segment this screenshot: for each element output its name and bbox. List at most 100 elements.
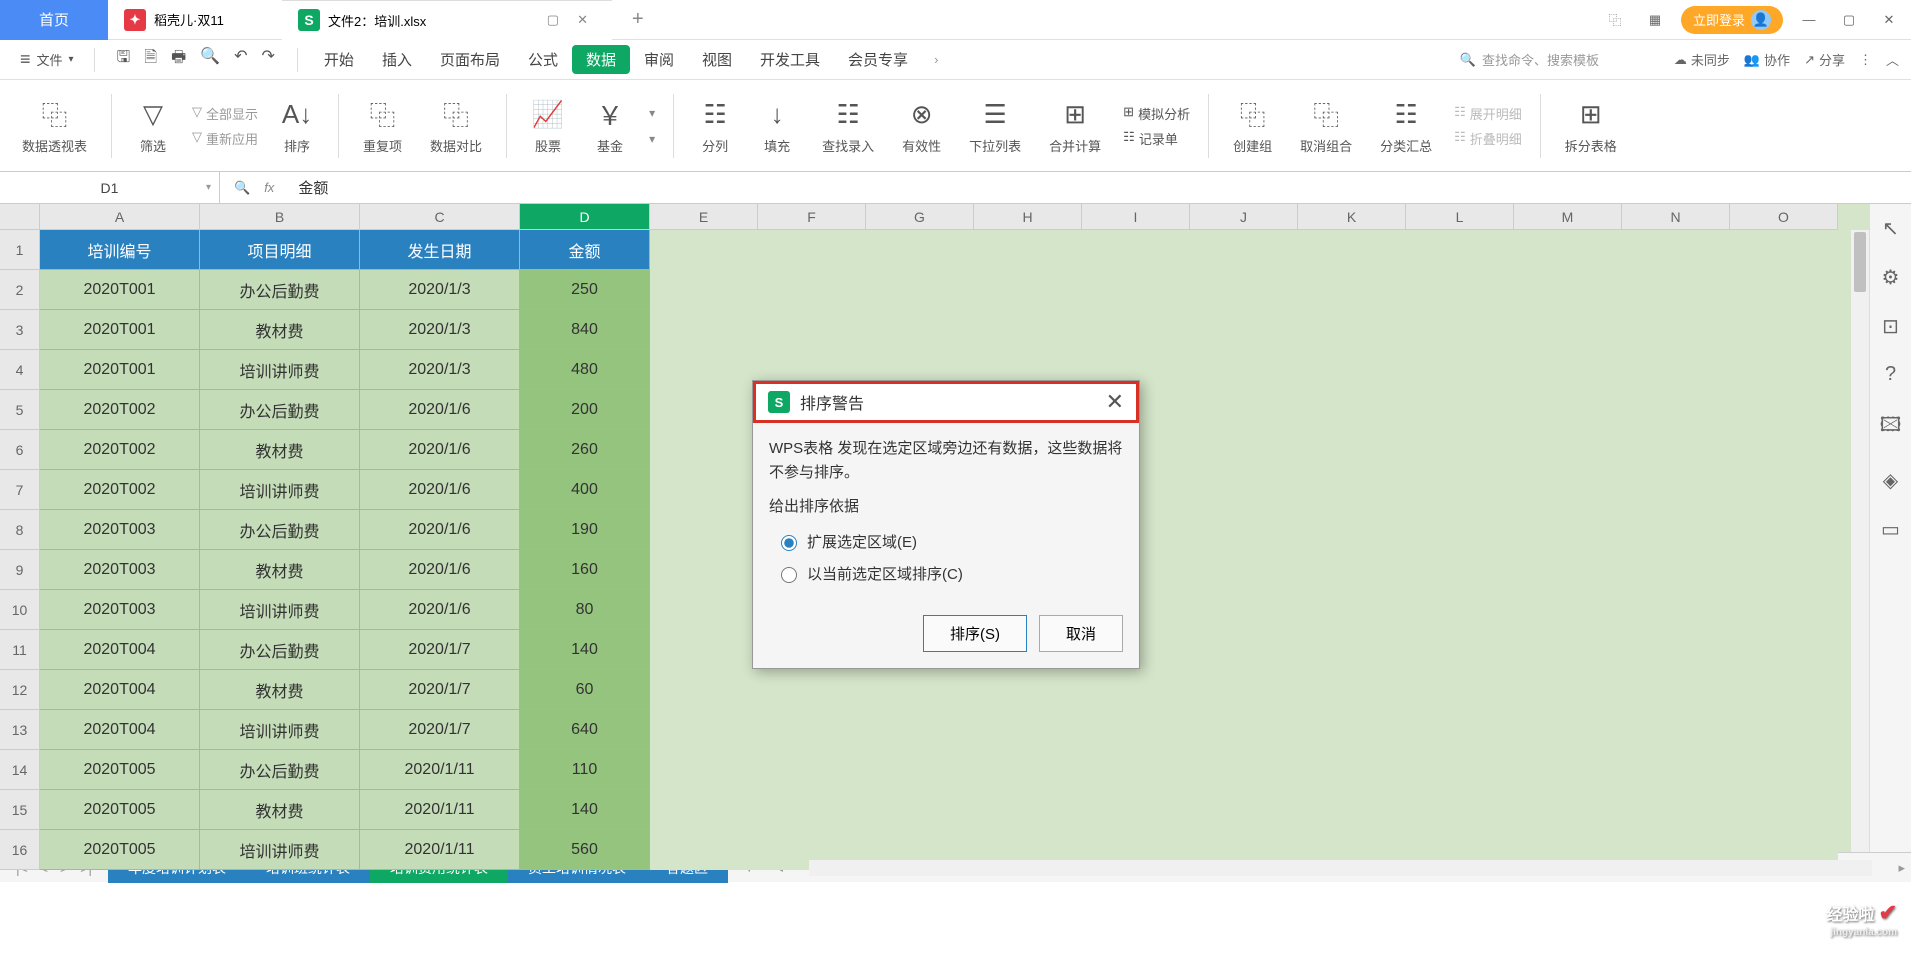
- cell[interactable]: 办公后勤费: [200, 630, 360, 670]
- scroll-thumb[interactable]: [1854, 232, 1866, 292]
- cell[interactable]: 250: [520, 270, 650, 310]
- menu-视图[interactable]: 视图: [688, 45, 746, 74]
- fill-button[interactable]: ↓填充: [750, 92, 804, 159]
- cell[interactable]: 办公后勤费: [200, 750, 360, 790]
- pivot-table-button[interactable]: ⿻数据透视表: [12, 92, 97, 159]
- duplicates-button[interactable]: ⿻重复项: [353, 92, 412, 159]
- ungroup-button[interactable]: ⿻取消组合: [1290, 92, 1362, 159]
- new-tab-button[interactable]: +: [612, 8, 664, 31]
- cell[interactable]: 2020/1/6: [360, 550, 520, 590]
- tab-home[interactable]: 首页: [0, 0, 108, 40]
- col-header-H[interactable]: H: [974, 204, 1082, 230]
- cell[interactable]: 办公后勤费: [200, 510, 360, 550]
- settings-icon[interactable]: ⚙: [1882, 265, 1900, 290]
- window-close-icon[interactable]: ✕: [1875, 6, 1903, 34]
- horizontal-scrollbar[interactable]: ◂▸: [771, 860, 1911, 876]
- cell[interactable]: 培训讲师费: [200, 590, 360, 630]
- cell[interactable]: 2020T002: [40, 430, 200, 470]
- cell[interactable]: 金额: [520, 230, 650, 270]
- cell[interactable]: 2020T001: [40, 350, 200, 390]
- menu-会员专享[interactable]: 会员专享: [834, 45, 922, 74]
- vertical-scrollbar[interactable]: [1851, 230, 1869, 852]
- tab-docer[interactable]: ✦ 稻壳儿·双11: [108, 0, 282, 40]
- more-icon[interactable]: ⋮: [1859, 52, 1872, 68]
- find-input-button[interactable]: ☷查找录入: [812, 92, 884, 159]
- window-minimize-icon[interactable]: —: [1795, 6, 1823, 34]
- cell[interactable]: 培训讲师费: [200, 710, 360, 750]
- row-header-14[interactable]: 14: [0, 750, 40, 790]
- cell[interactable]: 480: [520, 350, 650, 390]
- cell[interactable]: 560: [520, 830, 650, 870]
- cell[interactable]: 培训讲师费: [200, 350, 360, 390]
- cell[interactable]: 160: [520, 550, 650, 590]
- cell[interactable]: 2020T002: [40, 470, 200, 510]
- sort-button[interactable]: 排序(S): [923, 615, 1027, 652]
- undo-icon[interactable]: ↶: [234, 46, 247, 73]
- col-header-F[interactable]: F: [758, 204, 866, 230]
- share-button[interactable]: ↗分享: [1804, 50, 1845, 69]
- radio-current-selection[interactable]: 以当前选定区域排序(C): [769, 559, 1123, 591]
- menu-审阅[interactable]: 审阅: [630, 45, 688, 74]
- book-icon[interactable]: ▭: [1881, 517, 1900, 542]
- row-header-7[interactable]: 7: [0, 470, 40, 510]
- menu-开发工具[interactable]: 开发工具: [746, 45, 834, 74]
- cell[interactable]: 2020T001: [40, 270, 200, 310]
- row-header-3[interactable]: 3: [0, 310, 40, 350]
- radio-current-input[interactable]: [781, 567, 797, 583]
- redo-icon[interactable]: ↷: [262, 46, 275, 73]
- tab-file[interactable]: S 文件2：培训.xlsx ▢ ✕: [282, 0, 612, 40]
- login-button[interactable]: 立即登录 👤: [1681, 6, 1783, 34]
- col-header-N[interactable]: N: [1622, 204, 1730, 230]
- reapply-button[interactable]: ▽重新应用: [192, 129, 258, 148]
- menu-overflow-icon[interactable]: ›: [926, 52, 946, 67]
- sort-button[interactable]: A↓排序: [270, 92, 324, 159]
- menu-插入[interactable]: 插入: [368, 45, 426, 74]
- row-header-6[interactable]: 6: [0, 430, 40, 470]
- print-preview-icon[interactable]: 🔍: [200, 46, 220, 73]
- radio-expand-input[interactable]: [781, 535, 797, 551]
- save-as-icon[interactable]: 🗎: [144, 46, 157, 73]
- cell[interactable]: 培训编号: [40, 230, 200, 270]
- zoom-icon[interactable]: 🔍: [234, 180, 250, 196]
- row-header-4[interactable]: 4: [0, 350, 40, 390]
- cell[interactable]: 260: [520, 430, 650, 470]
- cell[interactable]: 640: [520, 710, 650, 750]
- row-header-15[interactable]: 15: [0, 790, 40, 830]
- menu-公式[interactable]: 公式: [514, 45, 572, 74]
- cell[interactable]: 2020T003: [40, 550, 200, 590]
- cell[interactable]: 2020T004: [40, 710, 200, 750]
- image-icon[interactable]: 🖾: [1880, 410, 1902, 444]
- collapse-ribbon-icon[interactable]: ︿: [1886, 50, 1899, 69]
- tab-close-icon[interactable]: ✕: [569, 8, 596, 32]
- fx-icon[interactable]: fx: [264, 180, 274, 196]
- group-button[interactable]: ⿻创建组: [1223, 92, 1282, 159]
- cell[interactable]: 110: [520, 750, 650, 790]
- cell[interactable]: 2020/1/6: [360, 510, 520, 550]
- menu-开始[interactable]: 开始: [310, 45, 368, 74]
- menu-页面布局[interactable]: 页面布局: [426, 45, 514, 74]
- cell[interactable]: 60: [520, 670, 650, 710]
- cell[interactable]: 教材费: [200, 430, 360, 470]
- text-to-columns-button[interactable]: ☷分列: [688, 92, 742, 159]
- name-box[interactable]: D1: [0, 172, 220, 203]
- row-header-11[interactable]: 11: [0, 630, 40, 670]
- fund-button[interactable]: ￥基金: [583, 92, 637, 159]
- help-icon[interactable]: ?: [1885, 363, 1896, 386]
- unsync-button[interactable]: ☁未同步: [1674, 50, 1730, 69]
- dialog-titlebar[interactable]: S 排序警告 ✕: [753, 381, 1139, 423]
- col-header-B[interactable]: B: [200, 204, 360, 230]
- split-sheet-button[interactable]: ⊞拆分表格: [1555, 92, 1627, 159]
- cell[interactable]: 840: [520, 310, 650, 350]
- cell[interactable]: 2020/1/7: [360, 630, 520, 670]
- radio-expand-selection[interactable]: 扩展选定区域(E): [769, 527, 1123, 559]
- cell[interactable]: 2020T003: [40, 510, 200, 550]
- cell[interactable]: 2020T004: [40, 670, 200, 710]
- cell[interactable]: 办公后勤费: [200, 270, 360, 310]
- cell[interactable]: 2020/1/7: [360, 670, 520, 710]
- col-header-E[interactable]: E: [650, 204, 758, 230]
- cell[interactable]: 2020/1/11: [360, 830, 520, 870]
- cell[interactable]: 2020/1/6: [360, 470, 520, 510]
- cell[interactable]: 教材费: [200, 550, 360, 590]
- cell[interactable]: 教材费: [200, 790, 360, 830]
- col-header-A[interactable]: A: [40, 204, 200, 230]
